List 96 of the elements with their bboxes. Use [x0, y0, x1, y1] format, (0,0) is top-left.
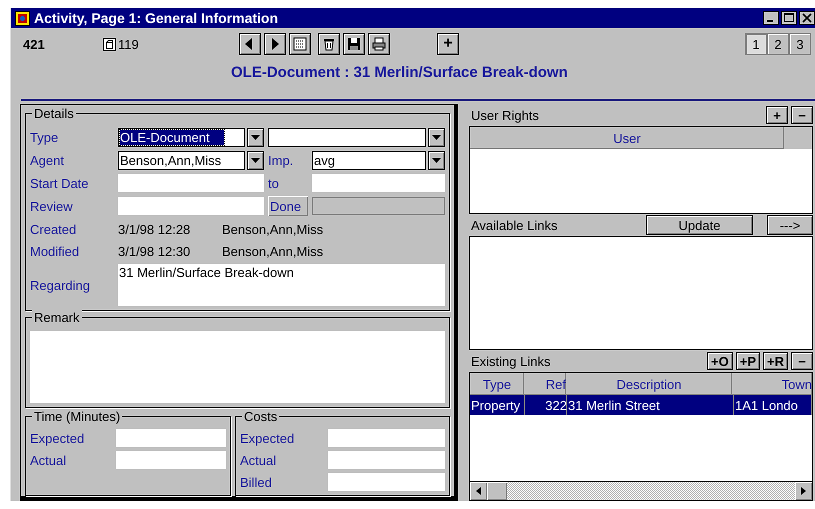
toolbar-button[interactable]: [264, 33, 286, 56]
minimize-icon[interactable]: [763, 11, 779, 26]
maximize-icon[interactable]: [781, 11, 797, 26]
group-legend: Remark: [32, 310, 82, 325]
toolbar-button[interactable]: [239, 33, 261, 56]
small-button[interactable]: −: [791, 352, 813, 370]
toolbar-button[interactable]: [318, 33, 340, 56]
scroll-left-button[interactable]: [470, 482, 487, 500]
dropdown-button[interactable]: [428, 128, 445, 147]
toolbar-button[interactable]: [368, 33, 390, 56]
close-icon[interactable]: [799, 11, 815, 26]
record-subtitle: OLE-Document : 31 Merlin/Surface Break-down: [230, 64, 569, 82]
dropdown-field[interactable]: OLE-Document: [118, 128, 245, 147]
scroll-right-button[interactable]: [795, 482, 812, 500]
list-form-icon: [292, 36, 308, 52]
window-title: Activity, Page 1: General Information: [34, 10, 280, 26]
date-field[interactable]: [312, 174, 445, 192]
field-label: Agent: [30, 153, 65, 168]
number-field[interactable]: [328, 429, 445, 447]
scroll-thumb[interactable]: [487, 482, 507, 500]
timestamp: 3/1/98 12:28: [118, 222, 192, 236]
field-label: to: [268, 176, 280, 190]
field-label: Actual: [240, 452, 278, 468]
table-row[interactable]: Property 32231 Merlin Street 1A1 Londo: [470, 395, 812, 415]
field-label: Imp.: [268, 153, 294, 168]
printer-icon: [371, 36, 387, 52]
add-button[interactable]: +: [437, 33, 459, 56]
column-header[interactable]: Description: [566, 373, 732, 395]
field-label: Modified: [30, 244, 80, 258]
user-name: Benson,Ann,Miss: [222, 222, 324, 236]
section-title: Existing Links: [471, 354, 552, 368]
dropdown-field[interactable]: [268, 128, 426, 147]
done-button[interactable]: Done: [268, 196, 308, 216]
column-header[interactable]: Type: [470, 373, 524, 395]
group-legend: Costs: [242, 409, 280, 424]
dropdown-button[interactable]: [247, 151, 264, 170]
page-tab[interactable]: 2: [767, 33, 789, 56]
table-cell: 1A1 Londo: [734, 395, 812, 415]
dropdown-button[interactable]: [428, 151, 445, 170]
regarding-field[interactable]: 31 Merlin/Surface Break-down: [118, 264, 445, 306]
page-tab[interactable]: 3: [789, 33, 811, 56]
number-field[interactable]: [328, 451, 445, 469]
caret-icon: [251, 135, 260, 140]
user-name: Benson,Ann,Miss: [222, 244, 324, 258]
field-label: Start Date: [30, 176, 90, 190]
document-icon: [103, 38, 116, 51]
date-field[interactable]: [118, 174, 264, 192]
field-label: Created: [30, 222, 78, 236]
field-label: Actual: [30, 452, 68, 468]
caret-icon: [432, 135, 441, 140]
page-tab[interactable]: 1: [745, 33, 767, 56]
done-field[interactable]: [312, 197, 445, 215]
horizontal-scrollbar[interactable]: [470, 481, 812, 500]
attachment-count: 119: [118, 36, 139, 52]
remark-field[interactable]: [30, 331, 445, 403]
dropdown-field[interactable]: avg: [312, 151, 426, 170]
table-cell: 31 Merlin Street: [567, 395, 734, 415]
field-label: Expected: [30, 430, 86, 446]
section-title: User Rights: [471, 108, 540, 122]
column-header[interactable]: Town: [732, 373, 812, 395]
trash-icon: [321, 36, 337, 52]
arrow-button[interactable]: --->: [767, 215, 813, 235]
field-label: Regarding: [30, 278, 91, 292]
timestamp: 3/1/98 12:30: [118, 244, 192, 258]
column-header[interactable]: Ref: [524, 373, 566, 395]
app-icon: [15, 10, 30, 26]
right-arrow-icon: [801, 487, 806, 495]
left-arrow-icon: [476, 487, 481, 495]
field-label: Review: [30, 198, 74, 214]
date-field[interactable]: [118, 197, 264, 215]
caret-icon: [251, 158, 260, 163]
update-button[interactable]: Update: [646, 215, 753, 235]
dropdown-field[interactable]: Benson,Ann,Miss: [118, 151, 245, 170]
small-button[interactable]: +O: [707, 352, 733, 370]
record-number: 421: [22, 36, 46, 52]
table-cell: 322: [525, 395, 567, 415]
field-label: Type: [30, 130, 60, 145]
section-title: Available Links: [471, 218, 558, 232]
small-button[interactable]: +P: [736, 352, 760, 370]
caret-icon: [432, 158, 441, 163]
field-label: Expected: [240, 430, 296, 446]
group-legend: Time (Minutes): [32, 409, 122, 424]
table-cell: Property: [470, 395, 525, 415]
dropdown-button[interactable]: [247, 128, 264, 147]
group-legend: Details: [32, 106, 76, 121]
toolbar-button[interactable]: [289, 33, 311, 56]
column-header[interactable]: User: [470, 127, 784, 149]
small-button[interactable]: +: [766, 106, 788, 124]
number-field[interactable]: [116, 429, 226, 447]
number-field[interactable]: [328, 473, 445, 491]
field-label: Billed: [240, 474, 273, 490]
toolbar-button[interactable]: [343, 33, 365, 56]
small-button[interactable]: −: [791, 106, 813, 124]
available-links-list[interactable]: [469, 236, 813, 350]
small-button[interactable]: +R: [763, 352, 788, 370]
number-field[interactable]: [116, 451, 226, 469]
